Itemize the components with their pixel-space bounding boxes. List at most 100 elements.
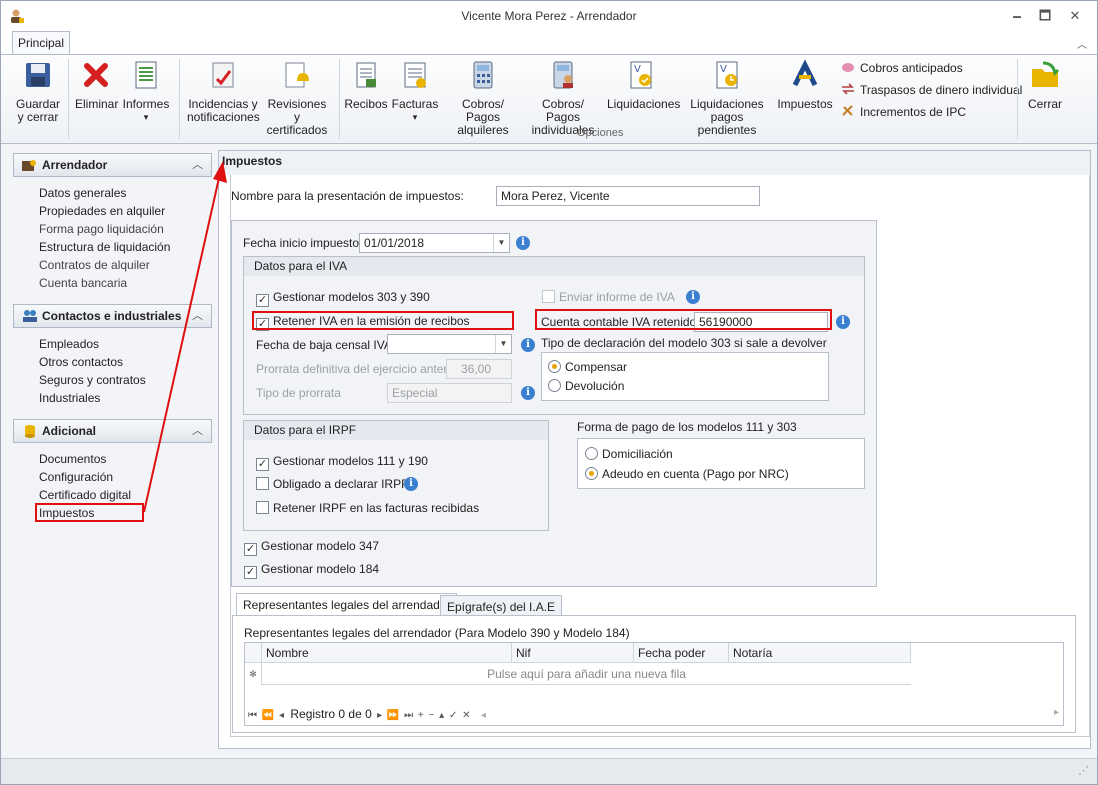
section-adicional[interactable]: Adicional ︿ (13, 419, 212, 443)
ribbon: Guardar y cerrar Eliminar Informes ▾ Inc… (1, 54, 1097, 144)
scroll-left-icon[interactable]: ◂ (481, 710, 486, 721)
window-title: Vicente Mora Perez - Arrendador (461, 9, 637, 23)
sidebar-item-empleados[interactable]: Empleados (39, 337, 99, 351)
chevron-up-icon[interactable]: ︿ (192, 305, 203, 327)
calculator-person-icon (553, 61, 573, 89)
tab-principal[interactable]: Principal (12, 31, 70, 55)
tab-epigrafe[interactable]: Epígrafe(s) del I.A.E (440, 595, 563, 615)
tipo-prorrata-label: Tipo de prorrata (256, 386, 341, 400)
checklist-icon (212, 62, 234, 88)
nombre-input[interactable]: Mora Perez, Vicente (496, 186, 760, 206)
fecha-inicio-input[interactable]: 01/01/2018 ▼ (359, 233, 510, 253)
section-arrendador[interactable]: Arrendador ︿ (13, 153, 212, 177)
info-icon[interactable]: i (521, 338, 535, 352)
column-fecha-poder[interactable]: Fecha poder (634, 643, 729, 663)
facturas-button[interactable]: Facturas ▾ (391, 59, 439, 124)
recibos-button[interactable]: Recibos (343, 59, 389, 111)
checkbox-checked-icon: ✓ (256, 294, 269, 307)
sidebar-item-estructura[interactable]: Estructura de liquidación (39, 240, 170, 254)
informes-button[interactable]: Informes ▾ (122, 59, 170, 124)
column-notaria[interactable]: Notaría (729, 643, 911, 663)
dropdown-arrow-icon[interactable]: ▼ (493, 234, 509, 252)
info-icon[interactable]: i (516, 236, 530, 250)
delete-x-icon (84, 63, 108, 87)
navigator-first-prev-buttons[interactable]: ⏮ ⏪ ◂ (248, 710, 285, 721)
resize-grip-icon[interactable]: ⋰ (1078, 764, 1089, 777)
collapse-ribbon-icon[interactable]: ︿ (1077, 36, 1087, 51)
info-icon[interactable]: i (836, 315, 850, 329)
minimize-button[interactable]: 🗕 (1005, 7, 1029, 25)
ribbon-separator (179, 59, 180, 139)
gestionar-111-190-checkbox[interactable]: ✓ Gestionar modelos 111 y 190 (256, 454, 428, 471)
transfer-icon (842, 83, 854, 95)
guardar-cerrar-button[interactable]: Guardar y cerrar (15, 59, 61, 124)
sidebar-item-contratos[interactable]: Contratos de alquiler (39, 258, 150, 272)
svg-text:V: V (634, 64, 641, 75)
info-icon[interactable]: i (686, 290, 700, 304)
grid-corner (245, 643, 262, 663)
ribbon-separator (1017, 59, 1018, 139)
checkbox-checked-icon: ✓ (244, 543, 257, 556)
sidebar-item-seguros[interactable]: Seguros y contratos (39, 373, 146, 387)
traspasos-button[interactable]: Traspasos de dinero individual (841, 83, 1022, 97)
new-row-prompt[interactable]: Pulse aquí para añadir una nueva fila (262, 663, 911, 685)
column-nif[interactable]: Nif (512, 643, 634, 663)
tax-agency-icon (792, 59, 818, 87)
sidebar-item-configuracion[interactable]: Configuración (39, 470, 113, 484)
cobros-anticipados-button[interactable]: Cobros anticipados (841, 61, 963, 75)
retener-irpf-checkbox[interactable]: Retener IRPF en las facturas recibidas (256, 501, 479, 515)
prorrata-input: 36,00 (446, 359, 512, 379)
obligado-irpf-checkbox[interactable]: Obligado a declarar IRPF (256, 477, 408, 491)
gestionar-347-checkbox[interactable]: ✓ Gestionar modelo 347 (244, 539, 379, 556)
column-nombre[interactable]: Nombre (262, 643, 512, 663)
record-counter: Registro 0 de 0 (290, 707, 372, 721)
chevron-up-icon[interactable]: ︿ (192, 420, 203, 442)
cobros-pagos-individuales-button[interactable]: Cobros/ Pagos individuales (525, 59, 601, 137)
ribbon-separator (68, 59, 69, 139)
sidebar-item-industriales[interactable]: Industriales (39, 391, 100, 405)
nombre-label: Nombre para la presentación de impuestos… (231, 189, 464, 203)
eliminar-button[interactable]: Eliminar (75, 59, 118, 111)
sidebar-item-certificado[interactable]: Certificado digital (39, 488, 131, 502)
irpf-section: Datos para el IRPF ✓ Gestionar modelos 11… (243, 420, 549, 531)
compensar-radio[interactable]: Compensar (548, 360, 627, 374)
maximize-button[interactable]: 🗖 (1033, 7, 1057, 25)
close-button[interactable]: ✕ (1063, 7, 1087, 25)
scroll-right-icon[interactable]: ▸ (1054, 707, 1059, 718)
cobros-pagos-alquileres-button[interactable]: Cobros/ Pagos alquileres (445, 59, 521, 137)
sidebar-item-otros-contactos[interactable]: Otros contactos (39, 355, 123, 369)
liquidaciones-pagos-pendientes-button[interactable]: V Liquidaciones pagos pendientes (681, 59, 773, 137)
tab-representantes[interactable]: Representantes legales del arrendador (236, 593, 458, 616)
revisiones-button[interactable]: Revisiones y certificados (263, 59, 331, 137)
forma-pago-label: Forma de pago de los modelos 111 y 303 (577, 420, 797, 434)
new-row-icon: ✻ (245, 663, 262, 685)
liquidaciones-button[interactable]: V Liquidaciones (607, 59, 680, 111)
sidebar-item-propiedades[interactable]: Propiedades en alquiler (39, 204, 165, 218)
info-icon[interactable]: i (404, 477, 418, 491)
incidencias-button[interactable]: Incidencias y notificaciones (187, 59, 260, 124)
sidebar-item-documentos[interactable]: Documentos (39, 452, 106, 466)
cerrar-button[interactable]: Cerrar (1023, 59, 1067, 111)
gestionar-184-checkbox[interactable]: ✓ Gestionar modelo 184 (244, 562, 379, 579)
calculator-icon (473, 61, 493, 89)
bell-document-icon (285, 62, 309, 88)
devolucion-radio[interactable]: Devolución (548, 379, 624, 393)
database-icon (25, 425, 35, 438)
chevron-up-icon[interactable]: ︿ (192, 154, 203, 176)
sidebar-item-datos-generales[interactable]: Datos generales (39, 186, 126, 200)
info-icon[interactable]: i (521, 386, 535, 400)
representantes-panel: Representantes legales del arrendador (P… (232, 615, 1076, 733)
fecha-baja-input[interactable]: ▼ (387, 334, 512, 354)
gestionar-303-390-checkbox[interactable]: ✓ Gestionar modelos 303 y 390 (256, 290, 430, 307)
section-contactos[interactable]: Contactos e industriales ︿ (13, 304, 212, 328)
page-title: Impuestos (219, 151, 1090, 175)
sidebar-item-cuenta-bancaria[interactable]: Cuenta bancaria (39, 276, 127, 290)
dropdown-arrow-icon[interactable]: ▼ (495, 335, 511, 353)
impuestos-button[interactable]: Impuestos (777, 59, 833, 111)
domiciliacion-radio[interactable]: Domiciliación (585, 447, 673, 461)
navigator-next-edit-buttons[interactable]: ▸ ⏩ ⏭ + − ▴ ✓ ✕ (377, 710, 471, 721)
incrementos-ipc-button[interactable]: Incrementos de IPC (841, 105, 966, 119)
sidebar-item-forma-pago[interactable]: Forma pago liquidación (39, 222, 164, 236)
forma-pago-group: Domiciliación Adeudo en cuenta (Pago por… (577, 438, 865, 489)
adeudo-radio[interactable]: Adeudo en cuenta (Pago por NRC) (585, 467, 789, 481)
